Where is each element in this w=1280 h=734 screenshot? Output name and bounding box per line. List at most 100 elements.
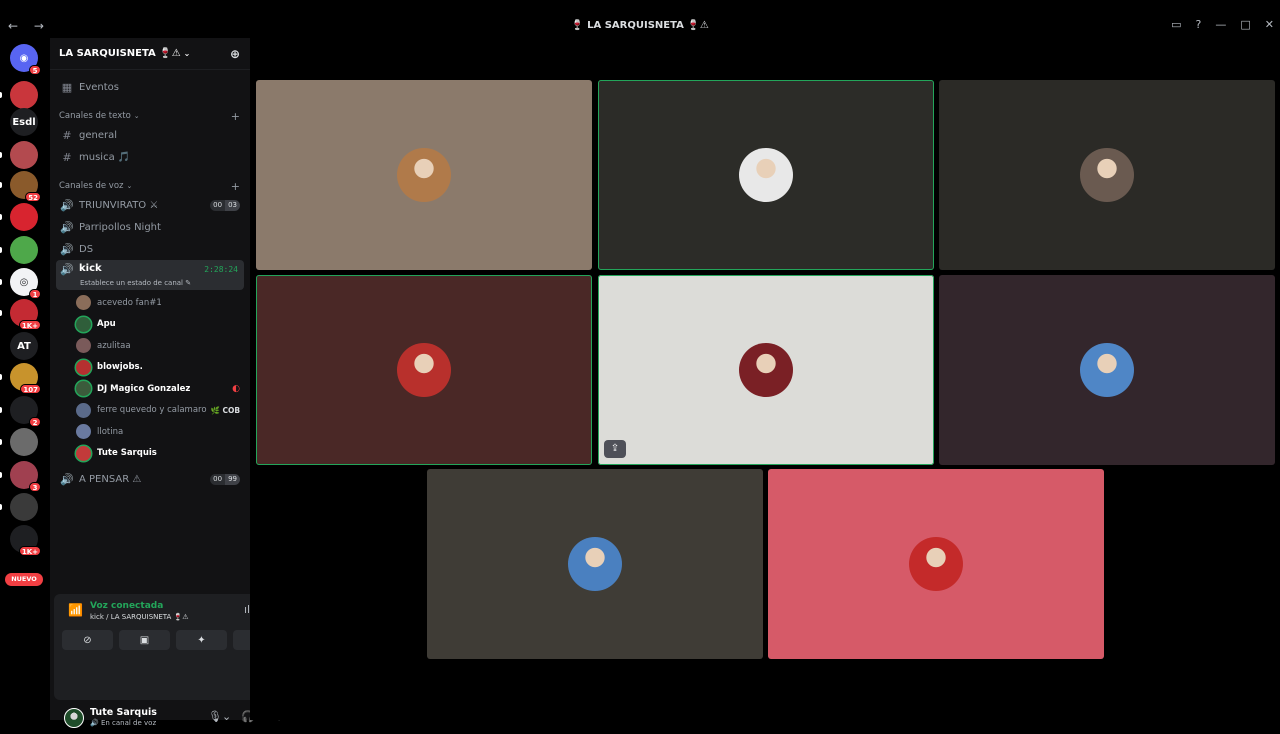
signal-icon[interactable]: 📶: [68, 603, 83, 617]
avatar[interactable]: [64, 708, 84, 728]
streaming-icon: ◐: [232, 383, 240, 394]
screen-share-icon: ▣: [139, 634, 150, 646]
avatar: [76, 402, 91, 418]
text-category[interactable]: Canales de texto ⌄ +: [56, 108, 244, 124]
guild-13-icon[interactable]: 3: [10, 461, 41, 492]
guild-1-icon[interactable]: [10, 81, 38, 109]
avatar: [76, 445, 91, 461]
stream-icon[interactable]: ⇪: [604, 440, 626, 458]
inbox-icon[interactable]: ▭: [1171, 18, 1181, 31]
user-limit-badge: 00 03: [210, 200, 240, 211]
voice-user-name: azulitaa: [97, 340, 131, 351]
text-channel[interactable]: # musica 🎵: [56, 146, 244, 168]
guild-11-icon[interactable]: 2: [10, 396, 41, 427]
channel-name: TRIUNVIRATO ⚔: [79, 199, 159, 211]
participant-tile[interactable]: [939, 80, 1275, 270]
activities-button[interactable]: ✦: [176, 630, 227, 650]
participant-avatar: [739, 343, 793, 397]
voice-channel[interactable]: 🔊 A PENSAR ⚠ 00 99: [56, 468, 244, 490]
channel-status-input[interactable]: Establece un estado de canal ✎: [80, 279, 191, 287]
voice-user[interactable]: azulitaa: [76, 335, 244, 357]
voice-user[interactable]: blowjobs.: [76, 357, 244, 379]
participant-tile[interactable]: [598, 80, 934, 270]
avatar: [76, 381, 91, 397]
guild-4-icon[interactable]: 52: [10, 171, 41, 202]
add-channel-icon[interactable]: +: [231, 180, 240, 193]
participant-avatar: [397, 343, 451, 397]
username[interactable]: Tute Sarquis: [90, 707, 157, 718]
guild-10-icon[interactable]: 107: [10, 363, 41, 394]
discord-home-icon[interactable]: ◉ 5: [10, 44, 41, 75]
notification-badge: 52: [25, 192, 41, 202]
unread-indicator: [0, 182, 2, 188]
help-icon[interactable]: ?: [1196, 18, 1202, 31]
call-timer: 2:28:24: [204, 265, 238, 274]
new-servers-badge[interactable]: NUEVO: [5, 573, 43, 586]
participant-tile[interactable]: [256, 275, 592, 465]
add-channel-icon[interactable]: +: [231, 110, 240, 123]
minimize-icon[interactable]: —: [1215, 18, 1226, 31]
user-count: 00: [210, 474, 226, 485]
participant-tile[interactable]: [768, 469, 1104, 659]
speaker-icon: 🔊: [60, 242, 74, 256]
voice-channel-kick[interactable]: 🔊 kick Establece un estado de canal ✎ 2:…: [56, 260, 244, 290]
voice-channel[interactable]: 🔊 Parripollos Night: [56, 216, 244, 238]
avatar: [76, 338, 91, 354]
participant-tile[interactable]: [427, 469, 763, 659]
events-item[interactable]: ▦ Eventos: [56, 76, 244, 98]
voice-user[interactable]: Tute Sarquis: [76, 443, 244, 465]
notification-badge: 1K+: [18, 320, 41, 330]
screen-share-button[interactable]: ▣: [119, 630, 170, 650]
user-status: 🔊 En canal de voz: [90, 719, 157, 727]
unread-indicator: [0, 504, 2, 510]
voice-user[interactable]: acevedo fan#1: [76, 292, 244, 314]
guild-15-icon[interactable]: 1K+: [10, 525, 41, 556]
guild-at-icon[interactable]: AT: [10, 332, 38, 360]
voice-user[interactable]: DJ Magico Gonzalez ◐: [76, 378, 244, 400]
participant-avatar: [397, 148, 451, 202]
voice-user-name: Apu: [97, 319, 116, 330]
avatar: [76, 424, 91, 440]
guild-12-icon[interactable]: [10, 428, 38, 456]
participant-avatar: [1080, 148, 1134, 202]
voice-user-name: ferre quevedo y calamaro: [97, 405, 207, 416]
participant-tile[interactable]: [256, 80, 592, 270]
window-controls: ▭ ? — □ ✕: [1171, 18, 1274, 31]
camera-button[interactable]: ⊘: [62, 630, 113, 650]
text-channel[interactable]: # general: [56, 124, 244, 146]
unread-indicator: [0, 407, 2, 413]
voice-user[interactable]: Apu: [76, 314, 244, 336]
voice-user[interactable]: llotina: [76, 421, 244, 443]
voice-channel[interactable]: 🔊 TRIUNVIRATO ⚔ 00 03: [56, 194, 244, 216]
guild-esdl-icon[interactable]: Esdl: [10, 108, 38, 136]
guild-7-icon[interactable]: ◎ 1: [10, 268, 41, 299]
voice-stage: ⇪: [250, 38, 1280, 720]
microphone-icon[interactable]: 🎙⌄: [208, 710, 231, 723]
guild-14-icon[interactable]: [10, 493, 38, 521]
notification-badge: 5: [29, 65, 41, 75]
speaker-icon: 🔊: [60, 220, 74, 234]
guild-8-icon[interactable]: 1K+: [10, 299, 41, 330]
participant-tile[interactable]: [939, 275, 1275, 465]
voice-user[interactable]: ferre quevedo y calamaro 🌿 COB: [76, 400, 244, 422]
voice-location[interactable]: kick / LA SARQUISNETA 🍷⚠: [90, 613, 189, 621]
close-icon[interactable]: ✕: [1265, 18, 1274, 31]
voice-status[interactable]: Voz conectada: [90, 601, 163, 611]
maximize-icon[interactable]: □: [1240, 18, 1250, 31]
hash-icon: #: [62, 150, 72, 164]
voice-category[interactable]: Canales de voz ⌄ +: [56, 178, 244, 194]
guild-5-icon[interactable]: [10, 203, 38, 231]
window-title: 🍷 LA SARQUISNETA 🍷⚠: [571, 20, 709, 31]
guild-7-label: ◎: [19, 276, 29, 288]
channel-name: musica 🎵: [79, 151, 131, 163]
guild-3-icon[interactable]: [10, 141, 38, 169]
unread-indicator: [0, 152, 2, 158]
voice-channel[interactable]: 🔊 DS: [56, 238, 244, 260]
add-member-icon[interactable]: ⊕: [230, 47, 240, 61]
participant-tile[interactable]: ⇪: [598, 275, 934, 465]
calendar-icon: ▦: [61, 80, 73, 94]
server-header[interactable]: LA SARQUISNETA 🍷⚠ ⌄ ⊕: [50, 38, 250, 70]
guild-6-icon[interactable]: [10, 236, 38, 264]
channel-name: Parripollos Night: [79, 221, 161, 233]
speaker-icon: 🔊: [60, 263, 74, 276]
